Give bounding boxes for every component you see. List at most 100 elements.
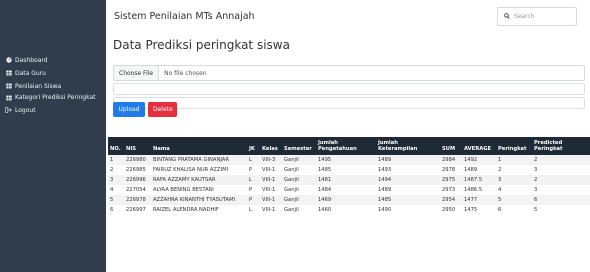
cell-nis: 226996: [126, 177, 146, 183]
col-header: Predicted Peringkat: [534, 140, 563, 152]
col-header: Kelas: [262, 146, 278, 152]
cell-semester: Ganjil: [284, 197, 299, 203]
cell-jumlah-pengetahuan: 1485: [318, 167, 332, 173]
logout-icon: [5, 107, 12, 114]
cell-predicted-peringkat: 2: [534, 177, 538, 183]
cell-kelas: VIII-1: [262, 177, 276, 183]
cell-nama: FAIRUZ KHALISA NUR AZZIMI: [153, 167, 229, 173]
sidebar-item-label: Logout: [15, 106, 36, 114]
cell-nis: 226980: [126, 157, 146, 163]
cell-semester: Ganjil: [284, 167, 299, 173]
cell-nis: 227054: [126, 187, 146, 193]
empty-field: [113, 83, 585, 95]
cell-nama: ALYAA BENING BESTARI: [153, 187, 214, 193]
col-header: Peringkat: [498, 146, 527, 152]
cell-no: 4: [110, 187, 114, 193]
search-placeholder: Search: [514, 13, 535, 20]
cell-no: 6: [110, 207, 114, 213]
cell-semester: Ganjil: [284, 207, 299, 213]
cell-average: 1477: [464, 197, 478, 203]
col-header: Nama: [153, 146, 170, 152]
file-status: No file chosen: [164, 69, 207, 77]
cell-predicted-peringkat: 2: [534, 157, 538, 163]
cell-kelas: VIII-1: [262, 197, 276, 203]
cell-nama: RAIZEL ALENDRA NADHIF: [153, 207, 219, 213]
cell-peringkat: 4: [498, 187, 502, 193]
cell-kelas: VIII-1: [262, 207, 276, 213]
table-row: 5 226978 AZZAHRA KINANTHI TYASUTAMI P VI…: [108, 195, 590, 205]
cell-nis: 226985: [126, 167, 146, 173]
cell-peringkat: 5: [498, 197, 502, 203]
cell-jumlah-pengetahuan: 1469: [318, 197, 332, 203]
cell-predicted-peringkat: 5: [534, 207, 538, 213]
cell-predicted-peringkat: 6: [534, 197, 538, 203]
cell-nis: 226997: [126, 207, 146, 213]
dashboard-icon: [5, 57, 12, 64]
sidebar: Dashboard Data Guru Penilaian Siswa Kate…: [0, 0, 106, 272]
app-title: Sistem Penilaian MTs Annajah: [114, 10, 255, 22]
cell-jumlah-pengetahuan: 1484: [318, 187, 332, 193]
page-title: Data Prediksi peringkat siswa: [113, 38, 290, 52]
cell-jk: L: [249, 177, 252, 183]
cell-jk: P: [249, 167, 253, 173]
cell-jumlah-pengetahuan: 1460: [318, 207, 332, 213]
cell-no: 5: [110, 197, 114, 203]
sidebar-item-label: Dashboard: [15, 56, 48, 64]
cell-peringkat: 6: [498, 207, 502, 213]
col-header: Semester: [284, 146, 312, 152]
sidebar-item-label: Data Guru: [15, 69, 46, 77]
cell-sum: 2950: [442, 207, 456, 213]
cell-nama: BINTANG PRATAMA GINANJAR: [153, 157, 229, 163]
sidebar-item-kategori-prediksi-peringkat[interactable]: Kategori Prediksi Peringkat: [0, 94, 106, 101]
cell-jumlah-pengetahuan: 1495: [318, 157, 332, 163]
cell-jk: L: [249, 157, 252, 163]
cell-jk: P: [249, 187, 253, 193]
table-header-row: NO. NIS Nama JK Kelas Semester Jumlah Pe…: [108, 137, 590, 155]
cell-average: 1489: [464, 167, 478, 173]
cell-sum: 2978: [442, 167, 456, 173]
cell-peringkat: 2: [498, 167, 502, 173]
cell-no: 2: [110, 167, 114, 173]
cell-jk: P: [249, 197, 253, 203]
search-icon: [502, 12, 512, 21]
cell-average: 1475: [464, 207, 478, 213]
empty-field: [113, 97, 585, 109]
col-header: Jumlah Pengetahuan: [318, 140, 357, 152]
cell-peringkat: 3: [498, 177, 502, 183]
cell-sum: 2973: [442, 187, 456, 193]
cell-average: 1492: [464, 157, 478, 163]
sidebar-item-logout[interactable]: Logout: [0, 105, 106, 115]
table-row: 4 227054 ALYAA BENING BESTARI P VIII-1 G…: [108, 185, 590, 195]
cell-jumlah-pengetahuan: 1481: [318, 177, 332, 183]
sidebar-item-penilaian-siswa[interactable]: Penilaian Siswa: [0, 81, 106, 91]
cell-no: 1: [110, 157, 114, 163]
cell-average: 1486.5: [464, 187, 483, 193]
file-input[interactable]: Choose File No file chosen: [113, 65, 585, 81]
table-row: 2 226985 FAIRUZ KHALISA NUR AZZIMI P VII…: [108, 165, 590, 175]
cell-average: 1487.5: [464, 177, 483, 183]
col-header: NIS: [126, 146, 137, 152]
table-icon: [5, 83, 12, 90]
delete-button[interactable]: Delete: [148, 102, 177, 117]
cell-jumlah-keterampilan: 1494: [378, 177, 392, 183]
col-header: NO.: [110, 146, 121, 152]
cell-nama: AZZAHRA KINANTHI TYASUTAMI: [153, 197, 236, 203]
cell-kelas: VIII-1: [262, 187, 276, 193]
cell-semester: Ganjil: [284, 157, 299, 163]
cell-jumlah-keterampilan: 1493: [378, 167, 392, 173]
cell-peringkat: 1: [498, 157, 502, 163]
col-header: SUM: [442, 146, 456, 152]
table-row: 1 226980 BINTANG PRATAMA GINANJAR L VIII…: [108, 155, 590, 165]
cell-semester: Ganjil: [284, 187, 299, 193]
upload-button[interactable]: Upload: [113, 102, 145, 117]
sidebar-item-dashboard[interactable]: Dashboard: [0, 55, 106, 65]
table-icon: [5, 94, 12, 101]
cell-kelas: VIII-1: [262, 167, 276, 173]
sidebar-item-data-guru[interactable]: Data Guru: [0, 68, 106, 78]
cell-sum: 2975: [442, 177, 456, 183]
search-input[interactable]: Search: [497, 7, 577, 26]
choose-file-button[interactable]: Choose File: [114, 66, 160, 80]
top-navbar: Sistem Penilaian MTs Annajah Search: [106, 0, 590, 32]
cell-kelas: VIII-3: [262, 157, 276, 163]
table-row: 6 226997 RAIZEL ALENDRA NADHIF L VIII-1 …: [108, 205, 590, 215]
